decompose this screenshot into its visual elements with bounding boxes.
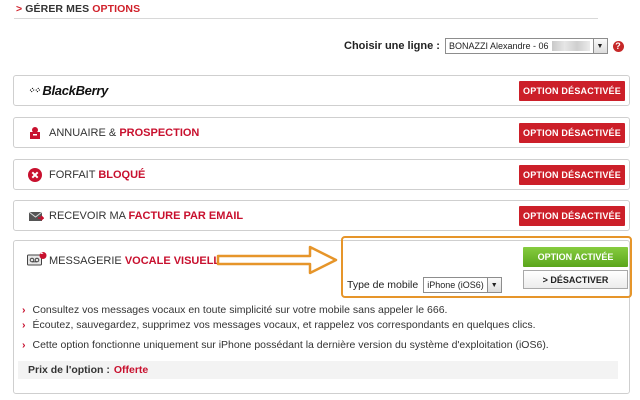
blackberry-status-button[interactable]: OPTION DÉSACTIVÉE	[519, 81, 625, 101]
option-forfait: FORFAIT BLOQUÉ OPTION DÉSACTIVÉE	[13, 159, 630, 190]
chevron-down-icon[interactable]: ▼	[592, 39, 607, 53]
option-description: › Consultez vos messages vocaux en toute …	[22, 303, 549, 353]
line-select[interactable]: BONAZZI Alexandre - 06 ▼	[444, 38, 608, 54]
facture-title: RECEVOIR MA FACTURE PAR EMAIL	[49, 210, 244, 222]
list-item: › Consultez vos messages vocaux en toute …	[22, 304, 448, 316]
envelope-icon	[28, 211, 44, 221]
highlight-arrow-icon	[216, 245, 338, 275]
bullet-chevron-icon: ›	[22, 304, 26, 316]
deactivate-button[interactable]: > DÉSACTIVER	[523, 270, 628, 289]
list-item: › Écoutez, sauvegardez, supprimez vos mes…	[22, 318, 536, 331]
messagerie-title: MESSAGERIE VOCALE VISUELLE	[49, 255, 228, 267]
option-facture: RECEVOIR MA FACTURE PAR EMAIL OPTION DÉS…	[13, 200, 630, 231]
forfait-status-button[interactable]: OPTION DÉSACTIVÉE	[519, 165, 625, 185]
title-dark: GÉRER MES	[25, 3, 90, 15]
bullet-chevron-icon: ›	[22, 339, 26, 351]
title-accent: OPTIONS	[92, 3, 141, 15]
price-label: Prix de l'option :	[28, 364, 110, 376]
line-picker-label: Choisir une ligne :	[344, 40, 440, 52]
option-annuaire: ANNUAIRE & PROSPECTION OPTION DÉSACTIVÉE	[13, 117, 630, 148]
directory-icon	[30, 127, 40, 139]
redacted-number	[551, 41, 590, 51]
forfait-title: FORFAIT BLOQUÉ	[49, 169, 146, 181]
mobile-type-label: Type de mobile	[347, 279, 419, 291]
option-active-button[interactable]: OPTION ACTIVÉE	[523, 247, 628, 267]
chevron-down-icon[interactable]: ▼	[486, 278, 501, 292]
price-value: Offerte	[113, 364, 149, 376]
line-picker: Choisir une ligne : BONAZZI Alexandre - …	[344, 38, 624, 54]
blackberry-brand: BlackBerry	[42, 83, 109, 98]
mobile-type-select[interactable]: iPhone (iOS6) ▼	[423, 277, 502, 293]
bullet-chevron-icon: ›	[22, 318, 26, 331]
voicemail-icon	[27, 252, 47, 266]
annuaire-title: ANNUAIRE & PROSPECTION	[49, 127, 200, 139]
help-icon[interactable]: ?	[612, 40, 624, 52]
blackberry-logo: ⁘⁘ BlackBerry	[28, 83, 108, 98]
option-blackberry: ⁘⁘ BlackBerry OPTION DÉSACTIVÉE	[13, 75, 630, 106]
mobile-type-value: iPhone (iOS6)	[427, 280, 484, 290]
list-item: › Cette option fonctionne uniquement sur …	[22, 339, 549, 351]
line-select-value: BONAZZI Alexandre - 06	[448, 41, 549, 51]
blackberry-dots-icon: ⁘⁘	[28, 85, 40, 95]
page-title: > GÉRER MES OPTIONS	[16, 3, 140, 15]
price-row: Prix de l'option : Offerte	[18, 361, 618, 379]
facture-status-button[interactable]: OPTION DÉSACTIVÉE	[519, 206, 625, 226]
title-chevron: >	[16, 3, 23, 15]
blocked-icon	[28, 168, 42, 182]
annuaire-status-button[interactable]: OPTION DÉSACTIVÉE	[519, 123, 625, 143]
voicemail-badge: 1	[40, 250, 44, 256]
header-divider	[14, 18, 598, 19]
mobile-type-picker: Type de mobile iPhone (iOS6) ▼	[347, 277, 502, 293]
